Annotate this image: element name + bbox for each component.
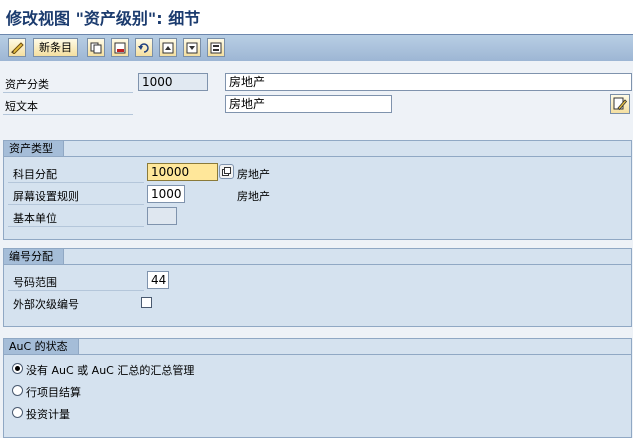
external-sub-number-checkbox[interactable] (141, 297, 152, 308)
asset-class-field: 1000 (138, 73, 208, 91)
radio-auc-summary-label: 没有 AuC 或 AuC 汇总的汇总管理 (26, 364, 195, 377)
short-text-field[interactable]: 房地产 (225, 95, 392, 113)
number-range-field[interactable]: 44 (147, 271, 169, 289)
window-title: 修改视图 "资产级别": 细节 (6, 9, 201, 28)
asset-type-group-title: 资产类型 (4, 141, 64, 157)
previous-entry-button[interactable] (159, 38, 177, 57)
account-determination-field[interactable]: 10000 (147, 163, 218, 181)
delete-icon (114, 42, 126, 53)
edit-glasses-icon (11, 41, 24, 54)
number-assignment-group: 编号分配 号码范围 44 外部次级编号 (3, 248, 632, 327)
auc-status-group-title: AuC 的状态 (4, 339, 79, 355)
separator (3, 92, 133, 93)
separator (8, 226, 144, 227)
select-all-button[interactable] (207, 38, 225, 57)
previous-entry-icon (162, 42, 174, 53)
value-help-icon (222, 167, 231, 176)
separator (8, 182, 144, 183)
undo-button[interactable] (135, 38, 153, 57)
base-unit-label: 基本单位 (13, 212, 57, 225)
value-help-button[interactable] (219, 164, 234, 179)
undo-icon (138, 42, 149, 53)
pencil-icon (613, 97, 627, 111)
screen-layout-label: 屏幕设置规则 (13, 190, 79, 203)
base-unit-field[interactable] (147, 207, 177, 225)
radio-line-item-settlement[interactable] (12, 385, 23, 396)
separator (3, 114, 133, 115)
next-entry-icon (186, 42, 198, 53)
separator (8, 204, 144, 205)
auc-status-group: AuC 的状态 没有 AuC 或 AuC 汇总的汇总管理 行项目结算 投资计量 (3, 338, 632, 438)
short-text-label: 短文本 (5, 100, 38, 113)
main-area: 资产分类 1000 房地产 短文本 房地产 资产类型 科目分配 10000 房地… (0, 61, 633, 438)
screen-layout-description: 房地产 (237, 190, 270, 203)
number-range-label: 号码范围 (13, 276, 57, 289)
screen-layout-field[interactable]: 1000 (147, 185, 185, 203)
asset-class-description-field: 房地产 (225, 73, 632, 91)
account-determination-description: 房地产 (237, 168, 270, 181)
new-entries-button[interactable]: 新条目 (33, 38, 78, 57)
copy-button[interactable] (87, 38, 105, 57)
radio-investment-measure-label: 投资计量 (26, 408, 70, 421)
external-sub-number-label: 外部次级编号 (13, 298, 79, 311)
application-toolbar: 新条目 (0, 34, 633, 62)
radio-line-item-settlement-label: 行项目结算 (26, 386, 81, 399)
next-entry-button[interactable] (183, 38, 201, 57)
radio-investment-measure[interactable] (12, 407, 23, 418)
edit-glasses-button[interactable] (8, 38, 26, 57)
account-determination-label: 科目分配 (13, 168, 57, 181)
delete-button[interactable] (111, 38, 129, 57)
separator (8, 290, 144, 291)
number-assignment-group-title: 编号分配 (4, 249, 64, 265)
radio-auc-summary[interactable] (12, 363, 23, 374)
asset-type-group: 资产类型 科目分配 10000 房地产 屏幕设置规则 1000 房地产 基本单位 (3, 140, 632, 240)
asset-class-label: 资产分类 (5, 78, 49, 91)
select-all-icon (210, 42, 222, 53)
edit-text-button[interactable] (610, 94, 630, 114)
copy-icon (90, 42, 102, 53)
title-bar: 修改视图 "资产级别": 细节 (0, 0, 633, 34)
